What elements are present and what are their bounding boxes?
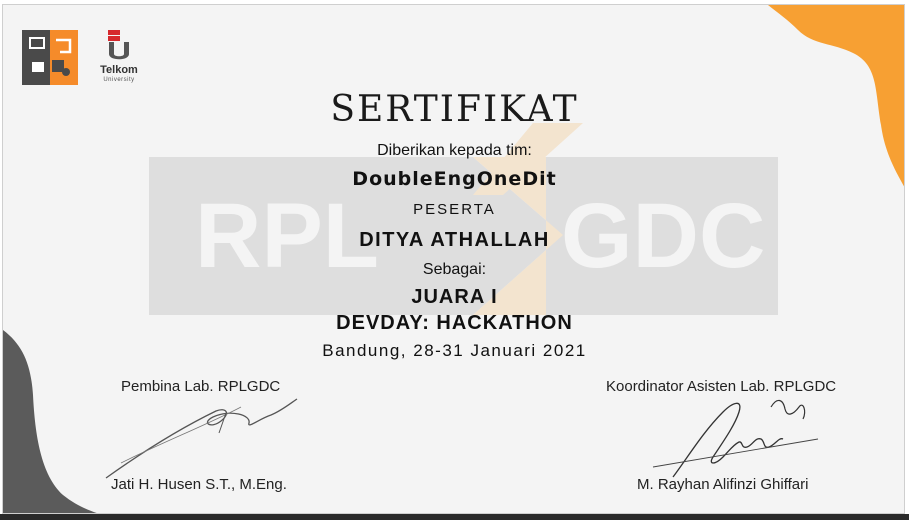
telkom-subtitle: University: [103, 77, 135, 83]
certificate-frame: RPL GDC Telkom University SERTIFIKAT Dib…: [0, 0, 909, 520]
rank-label: JUARA I: [411, 286, 498, 308]
participant-name: DITYA ATHALLAH: [359, 229, 550, 251]
certificate-card: RPL GDC Telkom University SERTIFIKAT Dib…: [2, 4, 905, 514]
team-name: DoubleEngOneDit: [352, 168, 557, 190]
right-signer-name: M. Rayhan Alifinzi Ghiffari: [637, 476, 809, 493]
place-date: Bandung, 28-31 Januari 2021: [322, 341, 587, 360]
as-label: Sebagai:: [422, 261, 487, 278]
right-signature-image: [652, 399, 819, 478]
given-to-label: Diberikan kepada tim:: [377, 142, 532, 159]
certificate-title: SERTIFIKAT: [330, 89, 579, 130]
event-name: DEVDAY: HACKATHON: [336, 312, 573, 334]
telkom-emblem-icon: [108, 30, 129, 60]
left-signature-image: [105, 398, 298, 479]
telkom-name: Telkom: [100, 64, 138, 76]
telkom-university-logo: Telkom University: [95, 30, 143, 88]
role-label: PESERTA: [413, 201, 496, 218]
left-signer-name: Jati H. Husen S.T., M.Eng.: [111, 476, 287, 493]
bottom-edge-bar: [0, 514, 909, 520]
rplgdc-logo: [22, 30, 78, 85]
